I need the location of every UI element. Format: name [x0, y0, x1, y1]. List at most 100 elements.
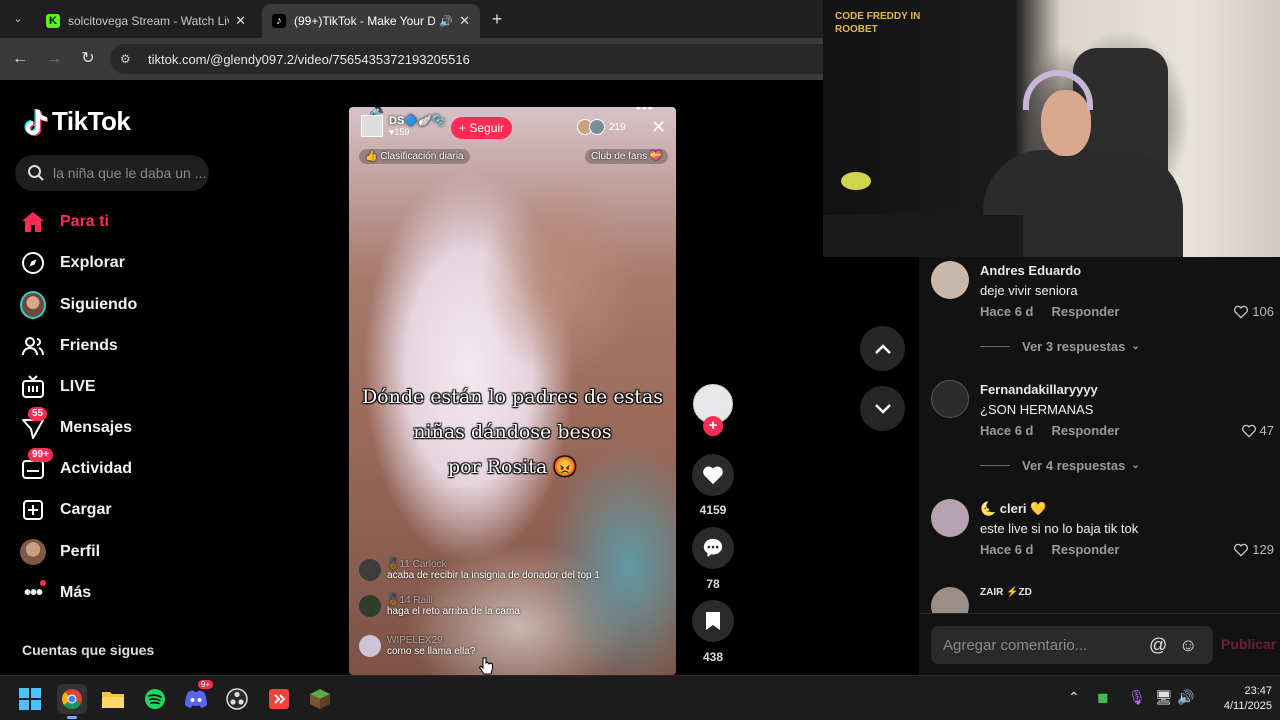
follow-host-button[interactable]: + Seguir [451, 117, 513, 139]
sidebar-item-actividad[interactable]: 99+ Actividad [20, 448, 220, 487]
clock-date: 4/11/2025 [1223, 700, 1272, 712]
like-button[interactable] [692, 454, 734, 496]
publish-comment-button[interactable]: Publicar [1221, 636, 1276, 652]
obs-icon[interactable] [222, 684, 252, 714]
nvidia-icon[interactable]: ◼ [1097, 689, 1109, 706]
video-player[interactable]: 🔈 ••• DS🔷🪽🫧 ♥159 + Seguir 219 ✕ 👍 Clasif… [349, 107, 676, 675]
tab-title: solcitovega Stream - Watch Live [68, 14, 230, 28]
file-explorer-icon[interactable] [98, 684, 128, 714]
following-avatar-icon [20, 291, 46, 319]
anydesk-icon[interactable] [264, 684, 294, 714]
comment-composer: Agregar comentario... @ ☺ Publicar [919, 613, 1280, 675]
commenter-name[interactable]: Andres Eduardo [980, 263, 1081, 278]
site-settings-icon[interactable]: ⚙ [120, 52, 136, 66]
close-tab-icon[interactable]: ✕ [235, 13, 246, 29]
microphone-icon[interactable]: 🎙 [1128, 689, 1146, 706]
mention-icon[interactable]: @ [1149, 635, 1167, 656]
commenter-avatar[interactable] [931, 380, 969, 418]
hand-cursor-icon [478, 657, 493, 675]
activity-icon: 99+ [20, 448, 53, 482]
comment-like-button[interactable]: 106 [1233, 304, 1274, 319]
sidebar-item-label: Actividad [60, 460, 133, 477]
start-icon[interactable] [15, 684, 45, 714]
sidebar-item-explorar[interactable]: Explorar [20, 245, 220, 281]
close-video-icon[interactable]: ✕ [651, 117, 666, 138]
comment-time: Hace 6 d [980, 423, 1034, 438]
browser-tab-kick[interactable]: K solcitovega Stream - Watch Live ✕ [36, 4, 256, 38]
comment-input-placeholder: Agregar comentario... [943, 636, 1088, 654]
tiktok-logo[interactable]: TikTok [22, 106, 131, 137]
reply-button[interactable]: Responder [1051, 423, 1119, 438]
sidebar-item-label: Friends [60, 337, 118, 354]
spotify-icon[interactable] [140, 684, 170, 714]
emoji-icon[interactable]: ☺ [1179, 635, 1197, 656]
reply-button[interactable]: Responder [1051, 304, 1119, 319]
more-options-icon[interactable]: ••• [636, 107, 654, 115]
comment-like-count: 129 [1252, 542, 1274, 557]
browser-tab-tiktok[interactable]: ♪ (99+)TikTok - Make Your Day 🔊 ✕ [262, 4, 480, 38]
comment-like-count: 106 [1252, 304, 1274, 319]
commenter-avatar[interactable] [931, 499, 969, 537]
minecraft-logo-icon [310, 689, 330, 709]
folder-icon [102, 692, 124, 708]
live-host-header[interactable]: DS🔷🪽🫧 ♥159 [361, 115, 445, 137]
comment-meta: Hace 6 d Responder [980, 304, 1137, 319]
comment-like-button[interactable]: 129 [1233, 542, 1274, 557]
follow-creator-button[interactable]: + [703, 416, 723, 436]
show-hidden-icons-chevron[interactable]: ⌃ [1068, 689, 1080, 706]
view-replies-button[interactable]: Ver 3 respuestas ⌄ [980, 339, 1140, 354]
fan-club-tag[interactable]: Club de fans 💝 [585, 149, 669, 164]
search-input[interactable]: la niña que le daba un ... [15, 155, 209, 191]
url-bar[interactable]: ⚙ tiktok.com/@glendy097.2/video/75654353… [110, 44, 830, 74]
reply-button[interactable]: Responder [1051, 542, 1119, 557]
sidebar-item-label: Para ti [60, 213, 109, 230]
previous-video-button[interactable] [860, 326, 905, 371]
save-button[interactable] [692, 600, 734, 642]
viewer-count[interactable]: 219 [577, 119, 626, 135]
network-icon[interactable]: 🖥 [1155, 689, 1173, 706]
comment-time: Hace 6 d [980, 542, 1034, 557]
back-button[interactable]: ← [10, 49, 30, 69]
commenter-name[interactable]: 🌜 cleri 💛 [980, 501, 1046, 517]
volume-icon[interactable]: 🔊 [1177, 689, 1194, 706]
sidebar-item-cargar[interactable]: Cargar [20, 492, 220, 528]
chat-user: 🏅14 Raill [387, 595, 433, 606]
chrome-icon[interactable] [57, 684, 87, 719]
commenter-avatar[interactable] [931, 587, 969, 613]
new-tab-button[interactable]: + [486, 8, 508, 30]
minecraft-icon[interactable] [305, 684, 335, 714]
forward-button[interactable]: → [44, 49, 64, 69]
sidebar-item-siguiendo[interactable]: Siguiendo [20, 287, 220, 323]
sidebar-item-perfil[interactable]: Perfil [20, 534, 220, 570]
tab-audio-icon[interactable]: 🔊 [439, 15, 453, 28]
sidebar-item-mensajes[interactable]: 55 Mensajes [20, 407, 220, 446]
sidebar-item-mas[interactable]: ••• Más [20, 575, 220, 611]
comment-button[interactable] [692, 527, 734, 569]
system-clock[interactable]: 23:47 4/11/2025 [1200, 684, 1272, 714]
view-replies-button[interactable]: Ver 4 respuestas ⌄ [980, 458, 1140, 473]
sidebar-item-friends[interactable]: Friends [20, 328, 220, 364]
reload-button[interactable]: ↻ [78, 49, 98, 69]
activity-badge: 99+ [28, 448, 53, 462]
close-tab-icon[interactable]: ✕ [459, 13, 470, 29]
tab-search-dropdown-icon[interactable]: ⌄ [8, 9, 28, 29]
heart-icon [703, 466, 723, 485]
live-tv-icon [20, 374, 46, 400]
sidebar-item-label: Más [60, 584, 92, 601]
commenter-avatar[interactable] [931, 261, 969, 299]
caption-line: Dónde están lo padres de estas [361, 386, 664, 408]
discord-icon[interactable]: 9+ [181, 680, 214, 714]
comment-meta: Hace 6 d Responder [980, 542, 1137, 557]
host-avatar[interactable] [361, 115, 383, 137]
next-video-button[interactable] [860, 386, 905, 431]
commenter-name[interactable]: Fernandakillaryyyy [980, 382, 1098, 397]
upload-icon [20, 497, 46, 523]
windows-logo-icon [19, 688, 41, 710]
sidebar-item-live[interactable]: LIVE [20, 369, 220, 405]
commenter-name[interactable]: ZAIR ⚡ZD [980, 587, 1032, 598]
sidebar-item-para-ti[interactable]: Para ti [20, 204, 220, 240]
friends-icon [20, 333, 46, 359]
daily-ranking-tag[interactable]: 👍 Clasificación diaria [359, 149, 470, 164]
comment-like-button[interactable]: 47 [1241, 423, 1274, 438]
comment-input[interactable]: Agregar comentario... @ ☺ [931, 626, 1213, 664]
